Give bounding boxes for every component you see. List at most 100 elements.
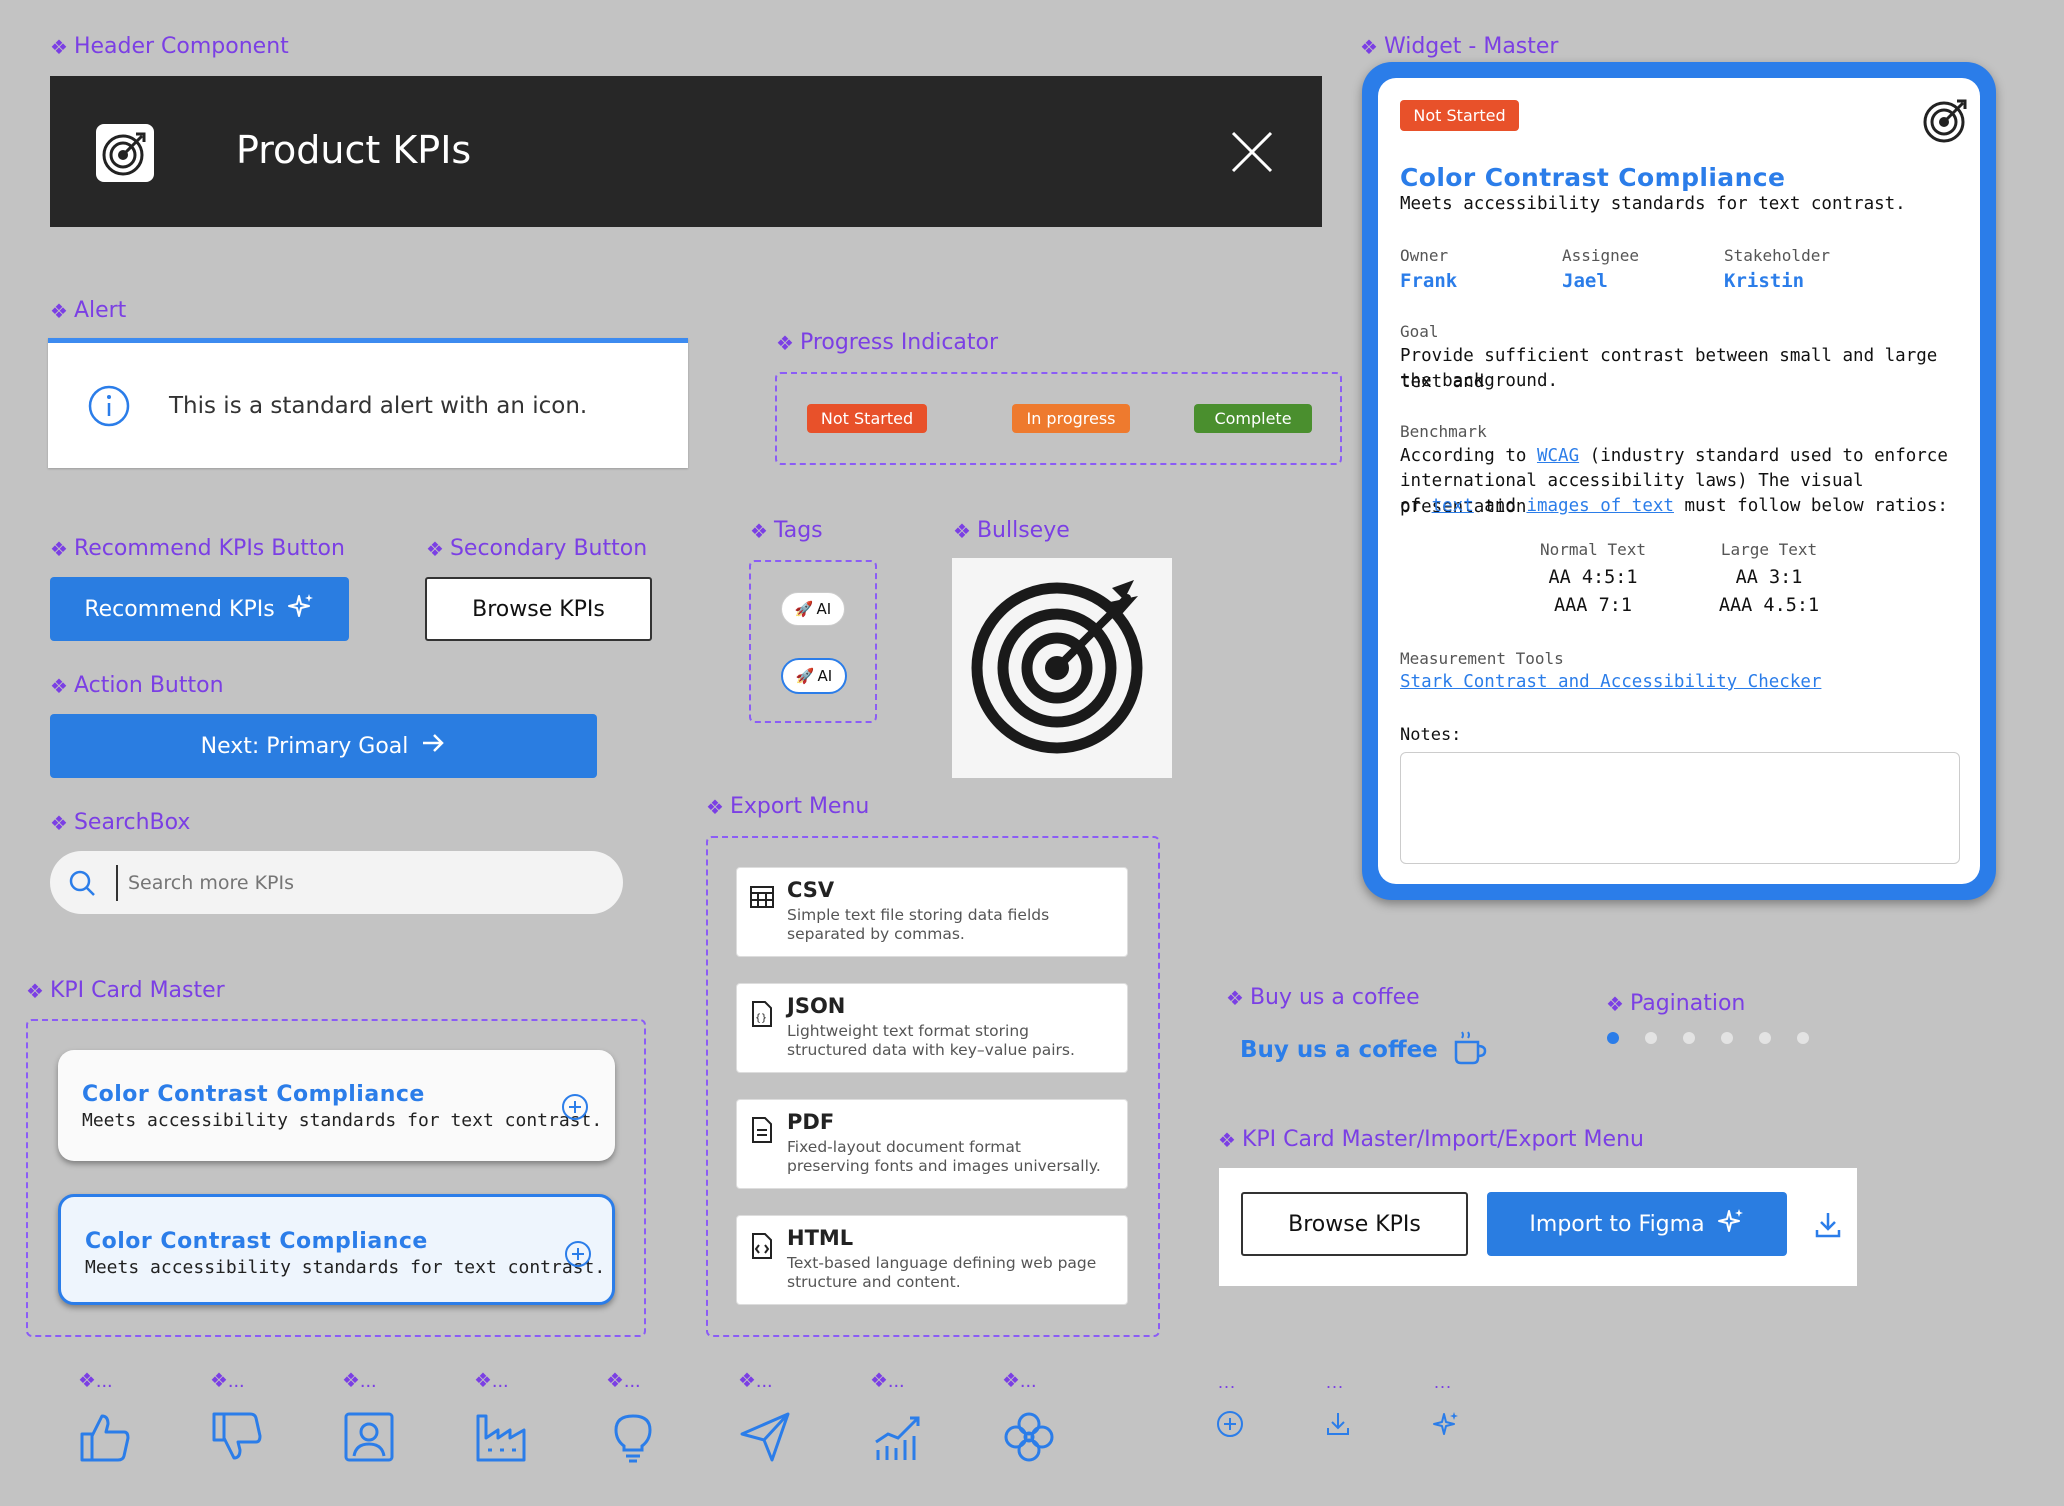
- normal-aa: AA 4:5:1: [1548, 567, 1638, 588]
- json-file-icon: {}: [749, 1000, 775, 1033]
- widget-title: Color Contrast Compliance: [1400, 163, 1786, 192]
- pagination-dot[interactable]: [1683, 1032, 1695, 1044]
- section-label-widget: ❖ Widget - Master: [1360, 34, 1559, 59]
- sparkle-icon: [1432, 1410, 1460, 1443]
- browse-kpis-button[interactable]: Browse KPIs: [1241, 1192, 1468, 1256]
- search-icon: [68, 869, 96, 902]
- icon-component-label: ...: [1218, 1372, 1237, 1392]
- benchmark-label: Benchmark: [1400, 422, 1487, 441]
- status-not-started[interactable]: Not Started: [807, 404, 927, 433]
- text-link[interactable]: text: [1432, 496, 1474, 516]
- export-desc: Text-based language defining web page st…: [787, 1254, 1097, 1291]
- goal-line-2: the background.: [1400, 371, 1559, 391]
- goal-label: Goal: [1400, 322, 1439, 341]
- pagination-dot[interactable]: [1797, 1032, 1809, 1044]
- coffee-cup-icon: [1452, 1028, 1488, 1071]
- ai-tag[interactable]: 🚀 AI: [781, 592, 845, 626]
- import-label: Import to Figma: [1529, 1211, 1705, 1237]
- sparkle-icon: [1717, 1207, 1745, 1241]
- svg-text:{}: {}: [755, 1013, 767, 1024]
- kpi-card[interactable]: Color Contrast Compliance Meets accessib…: [58, 1050, 615, 1161]
- tags-container: 🚀 AI 🚀 AI: [749, 560, 877, 723]
- section-label-secondary: ❖ Secondary Button: [426, 536, 648, 561]
- images-of-text-link[interactable]: images of text: [1526, 496, 1674, 516]
- status-in-progress[interactable]: In progress: [1012, 404, 1130, 433]
- rocket-icon: 🚀: [794, 600, 814, 618]
- download-icon: [1324, 1410, 1352, 1443]
- pagination-dot[interactable]: [1607, 1032, 1619, 1044]
- sparkle-icon: [287, 592, 315, 626]
- icon-component-label: ❖...: [606, 1370, 641, 1392]
- status-complete[interactable]: Complete: [1194, 404, 1312, 433]
- document-icon: [749, 1116, 775, 1149]
- ai-tag-selected[interactable]: 🚀 AI: [781, 658, 847, 694]
- search-input[interactable]: [116, 865, 596, 901]
- export-pdf[interactable]: PDF Fixed-layout document format preserv…: [736, 1099, 1128, 1189]
- recommend-kpis-button[interactable]: Recommend KPIs: [50, 577, 349, 641]
- notes-textarea[interactable]: [1400, 752, 1960, 864]
- normal-text-label: Normal Text: [1540, 540, 1646, 559]
- user-portrait-icon: [342, 1410, 396, 1469]
- kpi-card-title: Color Contrast Compliance: [82, 1082, 425, 1107]
- icon-component-label: ❖...: [870, 1370, 905, 1392]
- progress-indicator: Not Started In progress Complete: [775, 372, 1342, 465]
- large-aaa: AAA 4.5:1: [1718, 595, 1820, 616]
- export-title: PDF: [787, 1110, 835, 1134]
- section-label-progress: ❖ Progress Indicator: [776, 330, 999, 355]
- section-label-kpi-master: ❖ KPI Card Master: [26, 978, 225, 1003]
- icon-component-label: ❖...: [342, 1370, 377, 1392]
- section-label-recommend: ❖ Recommend KPIs Button: [50, 536, 345, 561]
- stakeholder-name[interactable]: Kristin: [1724, 270, 1804, 292]
- add-circle-icon[interactable]: [561, 1093, 589, 1126]
- browse-kpis-button[interactable]: Browse KPIs: [425, 577, 652, 641]
- next-primary-goal-button[interactable]: Next: Primary Goal: [50, 714, 597, 778]
- alert-text: This is a standard alert with an icon.: [169, 393, 588, 419]
- normal-aaa: AAA 7:1: [1554, 595, 1632, 616]
- export-csv[interactable]: CSV Simple text file storing data fields…: [736, 867, 1128, 957]
- section-label-action: ❖ Action Button: [50, 673, 224, 698]
- close-icon[interactable]: [1230, 130, 1274, 179]
- pagination-dot[interactable]: [1645, 1032, 1657, 1044]
- large-text-label: Large Text: [1720, 540, 1818, 559]
- header-bar: Product KPIs: [50, 76, 1322, 227]
- owner-label: Owner: [1400, 246, 1449, 265]
- alert-box: This is a standard alert with an icon.: [48, 338, 688, 468]
- arrow-right-icon: [420, 732, 446, 760]
- stark-checker-link[interactable]: Stark Contrast and Accessibility Checker: [1400, 672, 1821, 692]
- bullseye-icon: [971, 580, 1143, 754]
- assignee-label: Assignee: [1562, 246, 1640, 265]
- export-json[interactable]: {} JSON Lightweight text format storing …: [736, 983, 1128, 1073]
- export-title: HTML: [787, 1226, 854, 1250]
- widget-card: Not Started Color Contrast Compliance Me…: [1378, 78, 1980, 884]
- assignee-name[interactable]: Jael: [1562, 270, 1608, 292]
- info-icon: [88, 385, 130, 432]
- add-circle-icon: [1216, 1410, 1244, 1443]
- pagination-dot[interactable]: [1721, 1032, 1733, 1044]
- thumbs-up-icon: [78, 1410, 132, 1469]
- flower-icon: [1002, 1410, 1056, 1469]
- kpi-card-selected[interactable]: Color Contrast Compliance Meets accessib…: [58, 1194, 615, 1305]
- wcag-link[interactable]: WCAG: [1537, 446, 1579, 466]
- section-label-coffee: ❖ Buy us a coffee: [1226, 985, 1420, 1010]
- kpi-import-export-menu: Browse KPIs Import to Figma: [1219, 1168, 1857, 1286]
- section-label-export: ❖ Export Menu: [706, 794, 870, 819]
- icon-component-label: ❖...: [474, 1370, 509, 1392]
- pagination-dot[interactable]: [1759, 1032, 1771, 1044]
- download-icon[interactable]: [1813, 1210, 1843, 1245]
- section-label-alert: ❖ Alert: [50, 298, 127, 323]
- import-to-figma-button[interactable]: Import to Figma: [1487, 1192, 1787, 1256]
- tag-label: AI: [817, 667, 833, 685]
- chart-growth-icon: [870, 1410, 924, 1469]
- target-icon: [1922, 96, 1970, 149]
- export-desc: Fixed-layout document format preserving …: [787, 1138, 1101, 1175]
- coffee-text: Buy us a coffee: [1240, 1036, 1438, 1063]
- factory-icon: [474, 1410, 528, 1469]
- tag-label: AI: [816, 600, 832, 618]
- buy-coffee-link[interactable]: Buy us a coffee: [1240, 1028, 1488, 1071]
- add-circle-icon[interactable]: [564, 1240, 592, 1273]
- owner-name[interactable]: Frank: [1400, 270, 1457, 292]
- widget-subtitle: Meets accessibility standards for text c…: [1400, 194, 1906, 214]
- export-html[interactable]: HTML Text-based language defining web pa…: [736, 1215, 1128, 1305]
- icon-component-label: ❖...: [738, 1370, 773, 1392]
- stakeholder-label: Stakeholder: [1724, 246, 1830, 265]
